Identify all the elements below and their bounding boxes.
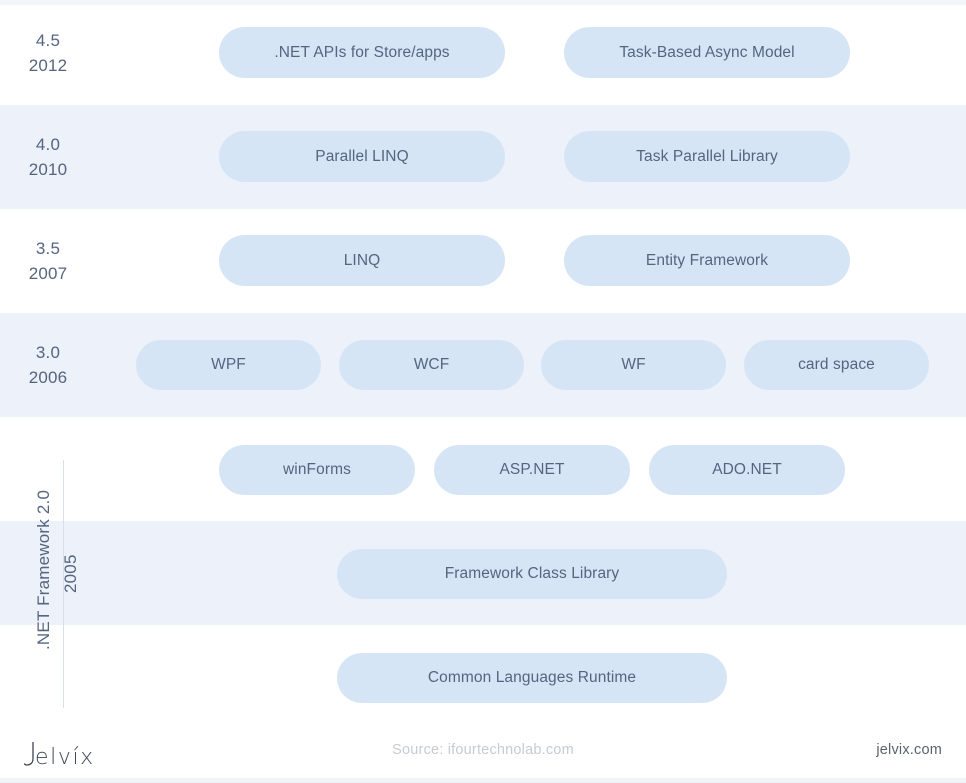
group-label-title: .NET Framework 2.0 [34, 489, 53, 650]
feature-pill[interactable]: .NET APIs for Store/apps [219, 27, 505, 78]
group-label-dotnet-2: .NET Framework 2.0 2005 [14, 418, 80, 718]
bottom-edge-band [0, 778, 966, 783]
version-number: 3.5 [35, 239, 61, 258]
footer: elvíx Source: ifourtechnolab.com jelvix.… [0, 720, 966, 783]
feature-pill[interactable]: WF [541, 340, 726, 390]
feature-pill[interactable]: Framework Class Library [337, 549, 727, 599]
feature-pill[interactable]: card space [744, 340, 929, 390]
version-year-label: 4.0 2010 [0, 132, 96, 182]
version-year-label: 3.5 2007 [0, 236, 96, 286]
version-year: 2010 [28, 160, 68, 179]
feature-pill[interactable]: Task-Based Async Model [564, 27, 850, 78]
feature-pill[interactable]: Parallel LINQ [219, 131, 505, 182]
timeline-chart-area: 4.5 2012 4.0 2010 3.5 2007 3.0 2006 .NET Framew… [0, 0, 966, 720]
version-year-label: 4.5 2012 [0, 28, 96, 78]
feature-pill[interactable]: ADO.NET [649, 445, 845, 495]
version-year: 2007 [28, 264, 68, 283]
feature-pill[interactable]: Task Parallel Library [564, 131, 850, 182]
feature-pill[interactable]: WPF [136, 340, 321, 390]
feature-pill[interactable]: ASP.NET [434, 445, 630, 495]
version-number: 4.0 [35, 135, 61, 154]
version-year: 2012 [28, 56, 68, 75]
source-attribution: Source: ifourtechnolab.com [392, 742, 574, 758]
feature-pill[interactable]: Entity Framework [564, 235, 850, 286]
feature-pill[interactable]: Common Languages Runtime [337, 653, 727, 703]
feature-pill[interactable]: LINQ [219, 235, 505, 286]
version-year-label: 3.0 2006 [0, 340, 96, 390]
site-url[interactable]: jelvix.com [876, 742, 942, 758]
version-year: 2006 [28, 368, 68, 387]
feature-pill[interactable]: WCF [339, 340, 524, 390]
feature-pill[interactable]: winForms [219, 445, 415, 495]
infographic-root: 4.5 2012 4.0 2010 3.5 2007 3.0 2006 .NET Framew… [0, 0, 966, 783]
group-divider-line [63, 460, 64, 708]
group-label-year: 2005 [61, 554, 80, 593]
version-number: 3.0 [35, 343, 61, 362]
version-number: 4.5 [35, 31, 61, 50]
